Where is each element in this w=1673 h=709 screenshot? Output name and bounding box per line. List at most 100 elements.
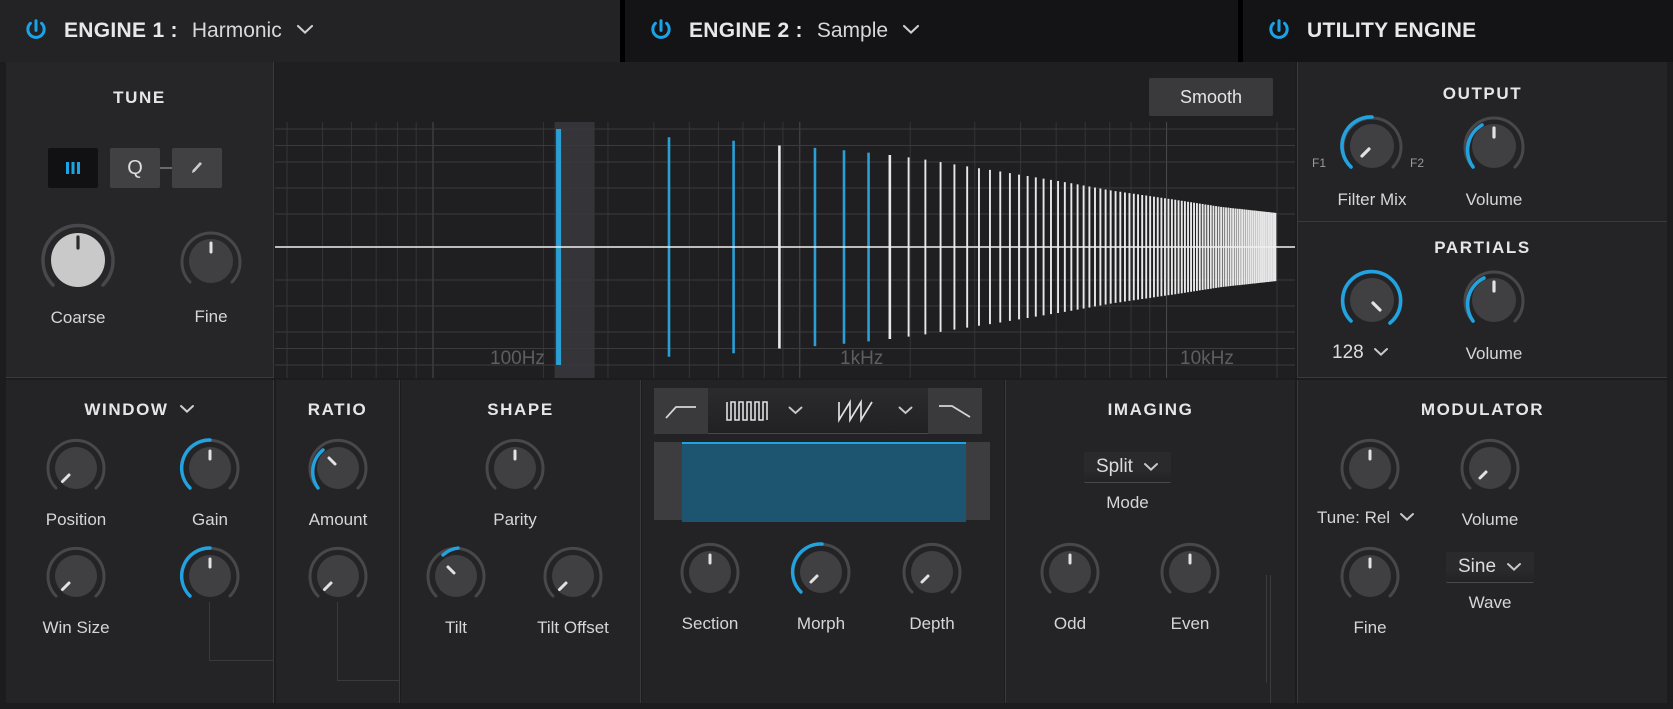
freq-tick-1khz: 1kHz	[840, 348, 884, 369]
routing-line	[337, 602, 338, 680]
knob-even-label: Even	[1170, 614, 1210, 633]
knob-modulator-volume[interactable]: Volume	[1458, 436, 1522, 529]
modulator-tune-value[interactable]: Tune: Rel	[1317, 508, 1390, 528]
knob-fine[interactable]: Fine	[177, 227, 245, 326]
curve-up-icon[interactable]	[654, 388, 708, 434]
saw-wave-icon	[837, 398, 873, 423]
knob-coarse-label: Coarse	[50, 308, 106, 327]
imaging-mode-dropdown[interactable]: Split	[1084, 452, 1171, 483]
imaging-panel: IMAGING Split Mode Odd Even	[1005, 380, 1295, 703]
window-title: WINDOW	[84, 400, 169, 419]
tune-panel: TUNE Q Coarse Fine	[6, 62, 274, 378]
routing-line	[337, 680, 400, 681]
knob-section[interactable]: Section	[678, 540, 742, 633]
knob-amount-label: Amount	[308, 510, 368, 529]
shape-title: SHAPE	[487, 400, 554, 419]
routing-line	[1266, 575, 1267, 683]
tune-title: TUNE	[113, 88, 166, 107]
tab-engine-2[interactable]: ENGINE 2 : Sample	[620, 0, 1238, 62]
knob-ratio-aux[interactable]	[306, 544, 370, 613]
tab-utility-engine[interactable]: UTILITY ENGINE	[1238, 0, 1673, 62]
knob-tilt[interactable]: Tilt	[424, 544, 488, 637]
knob-partials-volume[interactable]: Volume	[1460, 266, 1528, 363]
knob-depth[interactable]: Depth	[900, 540, 964, 633]
knob-modulator-fine[interactable]: Fine	[1338, 544, 1402, 637]
knob-modulator-tune[interactable]: Tune: Rel	[1317, 436, 1415, 527]
morph-band[interactable]	[654, 442, 990, 522]
modulator-panel: MODULATOR Tune: Rel Volume Fine Sine Wav…	[1266, 380, 1667, 703]
knob-output-volume-label: Volume	[1465, 190, 1523, 209]
shape-panel: SHAPE Parity Tilt Tilt Offset	[401, 380, 641, 703]
wave-type-dropdown-2[interactable]	[818, 388, 928, 434]
partials-panel: PARTIALS 128 Volume	[1297, 222, 1667, 378]
modulator-wave-dropdown[interactable]: Sine	[1446, 552, 1535, 583]
knob-win-size-label: Win Size	[42, 618, 110, 637]
chevron-down-icon[interactable]	[1506, 556, 1522, 578]
tab-engine-1-value[interactable]: Harmonic	[192, 19, 282, 43]
button-link-line	[160, 167, 172, 169]
knob-tilt-offset[interactable]: Tilt Offset	[537, 544, 609, 637]
knob-filter-mix[interactable]: F1 F2 Filter Mix	[1312, 112, 1424, 209]
knob-amount[interactable]: Amount	[306, 436, 370, 529]
chevron-down-icon[interactable]	[788, 402, 803, 420]
chevron-down-icon[interactable]	[179, 401, 195, 419]
tab-engine-2-title: ENGINE 2 :	[689, 19, 803, 42]
routing-line	[209, 660, 274, 661]
smooth-button[interactable]: Smooth	[1149, 78, 1273, 116]
wave-selector-row	[654, 388, 982, 434]
power-icon[interactable]	[1265, 17, 1293, 45]
tab-engine-1-title: ENGINE 1 :	[64, 19, 178, 42]
tune-mode-buttons: Q	[48, 148, 222, 188]
chevron-down-icon[interactable]	[902, 22, 920, 40]
chevron-down-icon[interactable]	[296, 22, 314, 40]
keyboard-icon[interactable]	[48, 148, 98, 188]
power-icon[interactable]	[22, 17, 50, 45]
curve-down-icon[interactable]	[928, 388, 982, 434]
partials-title: PARTIALS	[1434, 238, 1531, 257]
knob-filter-mix-label: Filter Mix	[1337, 190, 1407, 209]
knob-win-size[interactable]: Win Size	[42, 544, 110, 637]
knob-position[interactable]: Position	[44, 436, 108, 529]
knob-morph[interactable]: Morph	[789, 540, 853, 633]
knob-odd-label: Odd	[1053, 614, 1087, 633]
knob-gain[interactable]: Gain	[178, 436, 242, 529]
routing-line	[1270, 575, 1271, 703]
modulator-wave-label: Wave	[1468, 593, 1512, 612]
power-icon[interactable]	[647, 17, 675, 45]
knob-parity[interactable]: Parity	[483, 436, 547, 529]
knob-position-label: Position	[45, 510, 107, 529]
chevron-down-icon[interactable]	[1143, 456, 1159, 478]
q-button[interactable]: Q	[110, 148, 160, 188]
tab-engine-2-value[interactable]: Sample	[817, 19, 888, 43]
pencil-icon[interactable]	[172, 148, 222, 188]
morph-band-fill	[682, 442, 966, 522]
knob-window-aux[interactable]	[178, 544, 242, 613]
chevron-down-icon[interactable]	[898, 402, 913, 420]
knob-output-volume[interactable]: Volume	[1460, 112, 1528, 209]
spectrum-display[interactable]: Smooth 100Hz 1kHz 10kHz	[275, 62, 1295, 378]
freq-tick-100hz: 100Hz	[490, 348, 545, 369]
filter-f1-label: F1	[1312, 156, 1327, 170]
knob-even[interactable]: Even	[1158, 540, 1222, 633]
knob-depth-label: Depth	[909, 614, 955, 633]
partials-count-value[interactable]: 128	[1332, 342, 1364, 364]
wave-type-dropdown-1[interactable]	[708, 388, 818, 434]
knob-partials-volume-label: Volume	[1465, 344, 1523, 363]
knob-gain-label: Gain	[192, 510, 228, 529]
knob-partials-count[interactable]: 128	[1332, 266, 1406, 363]
synth-window: ENGINE 1 : Harmonic ENGINE 2 : Sample UT…	[0, 0, 1673, 709]
knob-coarse[interactable]: Coarse	[36, 218, 120, 327]
knob-parity-label: Parity	[493, 510, 537, 529]
modulator-title: MODULATOR	[1420, 400, 1545, 419]
knob-modulator-volume-label: Volume	[1461, 510, 1519, 529]
chevron-down-icon[interactable]	[1399, 509, 1415, 527]
square-wave-icon	[725, 400, 768, 421]
imaging-mode-value: Split	[1096, 456, 1133, 477]
spectrum-canvas	[275, 122, 1295, 378]
chevron-down-icon[interactable]	[1373, 344, 1389, 362]
tab-utility-engine-title: UTILITY ENGINE	[1307, 19, 1477, 42]
knob-odd[interactable]: Odd	[1038, 540, 1102, 633]
tab-engine-1[interactable]: ENGINE 1 : Harmonic	[0, 0, 620, 62]
output-panel: OUTPUT F1 F2 Filter Mix Volume	[1297, 62, 1667, 222]
knob-tilt-label: Tilt	[444, 618, 468, 637]
